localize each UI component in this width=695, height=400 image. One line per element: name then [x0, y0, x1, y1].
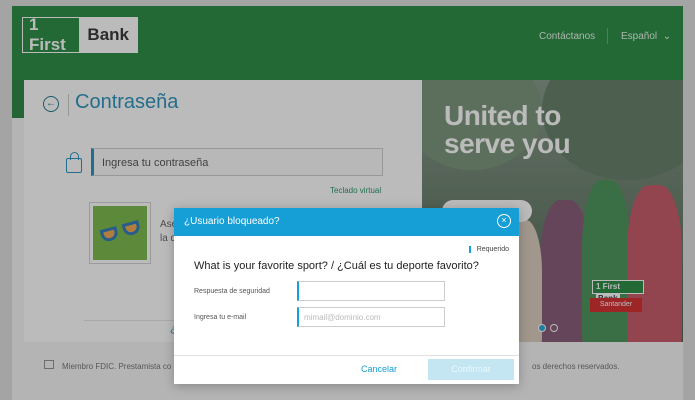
confirm-button[interactable]: Confirmar: [428, 359, 514, 380]
security-question: What is your favorite sport? / ¿Cuál es …: [194, 260, 479, 272]
dialog-header: ¿Usuario bloqueado? ×: [174, 208, 519, 236]
locked-user-dialog: ¿Usuario bloqueado? × Requerido What is …: [174, 208, 519, 384]
answer-label: Respuesta de seguridad: [194, 288, 270, 295]
close-icon[interactable]: ×: [497, 214, 511, 228]
required-note: Requerido: [468, 246, 509, 253]
email-input[interactable]: mimail@dominio.com: [297, 307, 445, 327]
dialog-divider: [174, 355, 519, 356]
security-answer-input[interactable]: [297, 281, 445, 301]
dialog-title: ¿Usuario bloqueado?: [184, 216, 280, 227]
cancel-button[interactable]: Cancelar: [361, 364, 397, 374]
email-label: Ingresa tu e-mail: [194, 314, 247, 321]
